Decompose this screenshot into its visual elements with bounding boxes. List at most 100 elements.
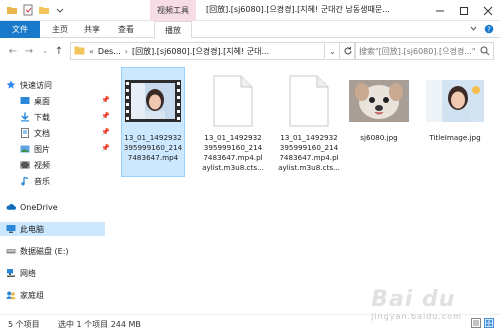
tab-share[interactable]: 共享 [80,21,104,38]
sidebar-item-videos[interactable]: 视频 [20,158,112,172]
pin-icon: 📌 [101,128,110,136]
sidebar-item-onedrive[interactable]: OneDrive [6,200,111,214]
address-row: ← → ⌄ ↑ « Des... › [回放].[sj6080].[으켱켱].[… [0,38,500,64]
image-thumbnail-person [424,68,486,133]
customize-dropdown-icon[interactable] [54,4,66,16]
sidebar-item-label: 桌面 [34,96,50,106]
ribbon-tabs: 文件 主页 共享 查看 播放 ? [0,21,500,39]
file-name: sj6080.jpg [360,133,398,142]
sidebar-item-pictures[interactable]: 图片 📌 [20,142,112,156]
back-arrow-icon[interactable]: ← [6,44,20,58]
svg-text:?: ? [487,26,491,34]
sidebar-item-label: 图片 [34,144,50,154]
sidebar-item-this-pc[interactable]: 此电脑 [0,222,105,236]
help-icon[interactable]: ? [484,24,494,36]
pictures-icon [20,144,30,154]
file-item-playlist-2[interactable]: 13_01_1492932395999160_2147483647.mp4.pl… [278,68,340,173]
breadcrumb-current-folder[interactable]: [回放].[sj6080].[으켱켱].[지혜! 군대... [132,46,269,57]
address-dropdown-button[interactable]: ⌄ [326,42,340,60]
computer-icon [6,224,16,234]
tab-play[interactable]: 播放 [154,21,192,39]
sidebar-item-network[interactable]: 网络 [6,266,111,280]
sidebar-item-label: 视频 [34,160,50,170]
desktop-icon [20,96,30,106]
breadcrumb-overflow-icon[interactable]: « [89,47,94,56]
expand-ribbon-icon[interactable] [469,24,478,36]
file-name: 13_01_1492932395999160_2147483647.mp4 [123,133,183,162]
search-placeholder: 搜索"[回放].[sj6080].[으켱켱..." [359,46,476,56]
folder-icon [74,45,85,57]
sidebar-item-label: 快速访问 [20,80,52,90]
pin-icon: 📌 [101,144,110,152]
music-icon [20,176,30,186]
download-icon [20,112,30,122]
sidebar-item-label: 音乐 [34,176,50,186]
sidebar-item-documents[interactable]: 文档 📌 [20,126,112,140]
context-tab-video-tools: 视频工具 [150,0,196,21]
breadcrumb-desktop[interactable]: Des... [98,47,121,56]
tab-file[interactable]: 文件 [0,21,40,38]
sidebar-item-downloads[interactable]: 下载 📌 [20,110,112,124]
title-bar: 视频工具 [回放].[sj6080].[으켱켱].[지혜! 군대간 남동생때문.… [0,0,500,21]
forward-arrow-icon[interactable]: → [22,44,36,58]
cloud-icon [6,202,16,212]
image-thumbnail-dog [348,68,410,133]
navigation-pane: 快速访问 桌面 📌 下载 📌 文档 📌 图片 📌 视频 音乐 OneDrive … [0,64,110,314]
minimize-button[interactable] [428,0,452,21]
video-thumbnail [122,68,184,133]
drive-icon [6,246,16,256]
sidebar-item-label: 网络 [20,268,36,278]
file-explorer-window: 视频工具 [回放].[sj6080].[으켱켱].[지혜! 군대간 남동생때문.… [0,0,500,333]
view-switcher [471,318,494,330]
file-item-playlist-1[interactable]: 13_01_1492932395999160_2147483647.mp4.pl… [202,68,264,173]
quick-access-toolbar [6,4,66,16]
generic-file-icon [278,68,340,133]
details-view-icon[interactable] [471,318,481,330]
file-name: TitleImage.jpg [429,133,481,142]
ribbon-right-controls: ? [469,24,494,36]
maximize-button[interactable] [452,0,476,21]
up-arrow-icon[interactable]: ↑ [52,44,66,58]
sidebar-item-label: OneDrive [20,202,58,212]
sidebar-item-label: 下载 [34,112,50,122]
sidebar-item-homegroup[interactable]: 家庭组 [6,288,111,302]
sidebar-item-label: 数据磁盘 (E:) [20,246,69,256]
video-icon [20,160,30,170]
selection-info: 选中 1 个项目 244 MB [58,320,141,329]
star-icon [6,80,16,90]
search-input[interactable]: 搜索"[回放].[sj6080].[으켱켱..." [354,42,494,60]
status-bar: 5 个项目 选中 1 个项目 244 MB [0,314,500,333]
window-controls [428,0,500,21]
properties-icon[interactable] [22,4,34,16]
file-item-titleimage-jpg[interactable]: TitleImage.jpg [424,68,486,143]
tab-view[interactable]: 查看 [114,21,138,38]
file-item-sj6080-jpg[interactable]: sj6080.jpg [348,68,410,143]
generic-file-icon [202,68,264,133]
recent-locations-icon[interactable]: ⌄ [38,44,52,58]
sidebar-item-music[interactable]: 音乐 [20,174,112,188]
sidebar-item-quick-access[interactable]: 快速访问 [6,78,111,92]
file-name: 13_01_1492932395999160_2147483647.mp4.pl… [278,133,340,172]
file-item-video[interactable]: 13_01_1492932395999160_2147483647.mp4 [121,67,185,177]
document-icon [20,128,30,138]
sidebar-item-label: 家庭组 [20,290,44,300]
new-folder-icon[interactable] [38,4,50,16]
item-count: 5 个项目 [8,320,40,329]
file-name: 13_01_1492932395999160_2147483647.mp4.pl… [202,133,264,172]
sidebar-item-label: 文档 [34,128,50,138]
sidebar-item-desktop[interactable]: 桌面 📌 [20,94,112,108]
sidebar-item-label: 此电脑 [20,224,44,234]
network-icon [6,268,16,278]
pin-icon: 📌 [101,112,110,120]
sidebar-item-data-disk[interactable]: 数据磁盘 (E:) [6,244,111,258]
search-icon[interactable] [480,46,490,58]
file-list: 13_01_1492932395999160_2147483647.mp4 13… [112,64,500,314]
breadcrumb-separator-icon[interactable]: › [125,47,128,56]
close-button[interactable] [476,0,500,21]
pin-icon: 📌 [101,96,110,104]
window-title: [回放].[sj6080].[으켱켱].[지혜! 군대간 남동생때문... [206,5,390,14]
large-icons-view-icon[interactable] [484,318,494,330]
folder-icon[interactable] [6,4,18,16]
tab-home[interactable]: 主页 [48,21,72,38]
address-bar[interactable]: « Des... › [回放].[sj6080].[으켱켱].[지혜! 군대..… [70,42,325,60]
